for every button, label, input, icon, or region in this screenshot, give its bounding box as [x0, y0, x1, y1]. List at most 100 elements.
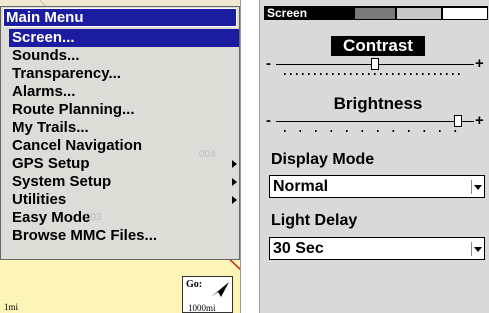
- menu-title: Main Menu: [3, 8, 237, 27]
- waypoint-label: 003: [85, 212, 102, 223]
- slider-tick: [332, 73, 334, 75]
- slider-tick: [320, 73, 322, 75]
- menu-item-screen[interactable]: Screen...: [9, 29, 239, 47]
- slider-tick: [356, 73, 358, 75]
- menu-item-label: Cancel Navigation: [12, 137, 143, 154]
- menu-item-label: Transparency...: [12, 65, 121, 82]
- menu-item-label: Easy Mode: [12, 209, 91, 226]
- light-delay-select[interactable]: 30 Sec: [269, 237, 485, 260]
- slider-tick: [315, 130, 317, 132]
- menu-item-label: Utilities: [12, 191, 67, 208]
- slider-tick: [368, 73, 370, 75]
- contrast-slider-thumb[interactable]: [371, 58, 379, 70]
- slider-tick: [314, 73, 316, 75]
- submenu-arrow-icon: [232, 178, 237, 186]
- brightness-minus-sign[interactable]: -: [266, 112, 271, 129]
- main-menu: Main Menu Screen... Sounds... Transparen…: [0, 6, 240, 260]
- dropdown-arrow-icon[interactable]: [471, 180, 482, 194]
- contrast-minus-sign[interactable]: -: [266, 55, 271, 72]
- goto-distance: 1000mi: [188, 303, 216, 313]
- menu-item-label: Screen...: [12, 29, 75, 46]
- slider-tick: [284, 130, 286, 132]
- brightness-slider-track[interactable]: [276, 121, 474, 122]
- menu-item-sounds[interactable]: Sounds...: [9, 47, 239, 65]
- slider-tick: [410, 73, 412, 75]
- map-screen: Main Menu Screen... Sounds... Transparen…: [0, 0, 241, 313]
- slider-tick: [392, 73, 394, 75]
- brightness-slider-thumb[interactable]: [454, 115, 463, 127]
- slider-tick: [423, 130, 426, 132]
- slider-tick: [290, 73, 292, 75]
- menu-item-browse-mmc-files[interactable]: Browse MMC Files...: [9, 227, 239, 245]
- bearing-arrow-icon: [211, 282, 229, 297]
- slider-tick: [362, 73, 364, 75]
- menu-item-label: Route Planning...: [12, 101, 135, 118]
- slider-tick: [452, 73, 454, 75]
- slider-tick: [422, 73, 424, 75]
- slider-tick: [302, 73, 304, 75]
- screen-settings-panel: Screen Contrast - + Brightness - + Displ…: [259, 0, 489, 313]
- slider-tick: [458, 73, 460, 75]
- menu-item-system-setup[interactable]: System Setup: [9, 173, 239, 191]
- waypoint-label: 004: [199, 149, 216, 160]
- menu-item-utilities[interactable]: Utilities: [9, 191, 239, 209]
- light-delay-label: Light Delay: [271, 212, 358, 229]
- contrast-plus-sign[interactable]: +: [475, 55, 484, 72]
- slider-tick: [440, 73, 442, 75]
- menu-item-route-planning[interactable]: Route Planning...: [9, 101, 239, 119]
- goto-label: Go:: [186, 279, 203, 290]
- slider-tick: [330, 130, 333, 132]
- slider-tick: [439, 130, 441, 132]
- slider-tick: [386, 73, 388, 75]
- slider-tick: [344, 73, 346, 75]
- slider-tick: [308, 73, 310, 75]
- slider-tick: [392, 130, 395, 132]
- brightness-plus-sign[interactable]: +: [475, 112, 484, 129]
- menu-item-label: Sounds...: [12, 47, 80, 64]
- slider-tick: [380, 73, 382, 75]
- dropdown-arrow-icon[interactable]: [471, 242, 482, 256]
- menu-item-label: Alarms...: [12, 83, 76, 100]
- menu-item-transparency[interactable]: Transparency...: [9, 65, 239, 83]
- slider-tick: [377, 130, 379, 132]
- screen-title: Screen: [267, 6, 308, 20]
- slider-tick: [346, 130, 348, 132]
- brightness-tick-marks: [284, 130, 457, 132]
- light-delay-value: 30 Sec: [273, 240, 324, 257]
- slider-tick: [398, 73, 400, 75]
- menu-item-label: My Trails...: [12, 119, 89, 136]
- slider-tick: [408, 130, 410, 132]
- menu-item-my-trails[interactable]: My Trails...: [9, 119, 239, 137]
- slider-tick: [361, 130, 364, 132]
- display-mode-value: Normal: [273, 178, 329, 195]
- menu-item-label: GPS Setup: [12, 155, 90, 172]
- screen-header: Screen: [264, 6, 488, 20]
- slider-tick: [416, 73, 418, 75]
- slider-tick: [296, 73, 298, 75]
- contrast-tick-marks: [284, 73, 460, 75]
- submenu-arrow-icon: [232, 196, 237, 204]
- map-scale-label: 1mi: [4, 302, 19, 312]
- menu-item-label: System Setup: [12, 173, 112, 190]
- slider-tick: [350, 73, 352, 75]
- header-tab-block: [443, 8, 487, 19]
- slider-tick: [299, 130, 302, 132]
- contrast-heading: Contrast: [331, 36, 425, 56]
- slider-tick: [326, 73, 328, 75]
- slider-tick: [454, 130, 457, 132]
- menu-item-label: Browse MMC Files...: [12, 227, 158, 244]
- display-mode-select[interactable]: Normal: [269, 175, 485, 198]
- menu-item-easy-mode[interactable]: Easy Mode: [9, 209, 239, 227]
- menu-item-alarms[interactable]: Alarms...: [9, 83, 239, 101]
- slider-tick: [428, 73, 430, 75]
- slider-tick: [374, 73, 376, 75]
- header-tab-block: [397, 8, 441, 19]
- submenu-arrow-icon: [232, 160, 237, 168]
- slider-tick: [434, 73, 436, 75]
- slider-tick: [338, 73, 340, 75]
- goto-panel: Go: 1000mi: [182, 276, 233, 313]
- slider-tick: [446, 73, 448, 75]
- display-mode-label: Display Mode: [271, 151, 375, 168]
- header-tab-block: [355, 8, 395, 19]
- brightness-heading: Brightness: [333, 94, 423, 113]
